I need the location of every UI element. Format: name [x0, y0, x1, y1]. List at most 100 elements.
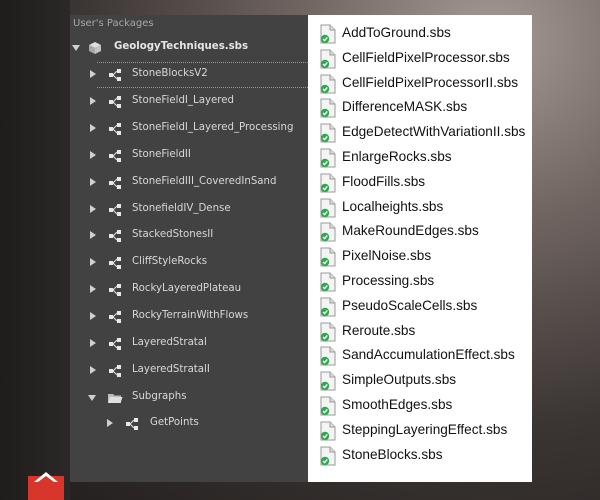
- file-list-item[interactable]: PixelNoise.sbs: [308, 245, 532, 270]
- file-list-item[interactable]: EdgeDetectWithVariationII.sbs: [308, 121, 532, 146]
- expand-arrow-right-icon[interactable]: [90, 258, 96, 267]
- file-list-item[interactable]: SimpleOutputs.sbs: [308, 369, 532, 394]
- tree-item-label: StoneFieldI_Layered: [132, 94, 234, 106]
- expand-arrow-right-icon[interactable]: [90, 70, 96, 78]
- tree-item-graph[interactable]: LayeredStratalI: [70, 360, 308, 384]
- file-list-item[interactable]: SmoothEdges.sbs: [308, 394, 532, 419]
- tree-item-graph[interactable]: CliffStyleRocks: [70, 252, 308, 276]
- file-list-item[interactable]: SandAccumulationEffect.sbs: [308, 344, 532, 369]
- tree-item-graph[interactable]: StonefieldIV_Dense: [70, 199, 308, 223]
- tree-item-graph[interactable]: RockyLayeredPlateau: [70, 279, 308, 303]
- expand-arrow-right-icon[interactable]: [90, 285, 96, 294]
- file-list-item[interactable]: DifferenceMASK.sbs: [308, 96, 532, 121]
- tree-item-label: StonefieldIV_Dense: [132, 202, 231, 214]
- tree-item-graph[interactable]: StackedStonesII: [70, 225, 308, 249]
- expand-arrow-right-icon[interactable]: [90, 204, 96, 213]
- file-name: SteppingLayeringEffect.sbs: [342, 421, 508, 437]
- graph-node-icon: [108, 337, 122, 351]
- expand-arrow-right-icon[interactable]: [107, 419, 113, 427]
- file-name: Localheights.sbs: [342, 198, 444, 214]
- sbs-file-check-icon: [320, 123, 336, 143]
- file-list-item[interactable]: CellFieldPixelProcessor.sbs: [308, 47, 532, 72]
- sbs-file-check-icon: [320, 198, 336, 218]
- file-name: Processing.sbs: [342, 273, 435, 288]
- expand-arrow-right-icon[interactable]: [90, 96, 96, 105]
- graph-node-icon: [108, 229, 122, 243]
- file-name: CellFieldPixelProcessorII.sbs: [342, 74, 519, 90]
- tree-item-label: GetPoints: [150, 417, 199, 428]
- file-list-item[interactable]: PseudoScaleCells.sbs: [308, 295, 532, 320]
- tree-root-package[interactable]: GeologyTechniques.sbs: [70, 37, 308, 61]
- sbs-file-check-icon: [320, 148, 336, 168]
- file-list-item[interactable]: Processing.sbs: [308, 270, 532, 295]
- tree-item-label: LayeredStratalI: [132, 363, 210, 375]
- file-name: AddToGround.sbs: [342, 25, 451, 40]
- file-list-item[interactable]: FloodFills.sbs: [308, 171, 532, 196]
- graph-node-icon: [108, 149, 122, 163]
- panel-title: User's Packages: [73, 18, 154, 29]
- file-list-panel: AddToGround.sbs CellFieldPixelProcessor.s…: [308, 15, 532, 482]
- file-name: EdgeDetectWithVariationII.sbs: [342, 124, 526, 140]
- file-list-item[interactable]: MakeRoundEdges.sbs: [308, 220, 532, 245]
- expand-arrow-right-icon[interactable]: [90, 231, 96, 240]
- file-list-item[interactable]: StoneBlocks.sbs: [308, 444, 532, 469]
- expand-arrow-right-icon[interactable]: [90, 123, 96, 132]
- graph-node-icon: [108, 176, 122, 190]
- graph-node-icon: [108, 256, 122, 270]
- tree-item-graph[interactable]: RockyTerrainWithFlows: [70, 306, 308, 330]
- expand-arrow-down-icon[interactable]: [88, 395, 96, 401]
- expand-arrow-right-icon[interactable]: [90, 312, 96, 321]
- tree-item-graph[interactable]: StoneFieldI_Layered: [70, 91, 308, 115]
- expand-arrow-right-icon[interactable]: [90, 177, 96, 186]
- file-list-item[interactable]: Reroute.sbs: [308, 320, 532, 345]
- file-name: CellFieldPixelProcessor.sbs: [342, 49, 510, 65]
- tree-item-graph[interactable]: LayeredStratal: [70, 333, 308, 357]
- file-list-item[interactable]: CellFieldPixelProcessorII.sbs: [308, 72, 532, 97]
- tree-item-subgraph[interactable]: GetPoints: [70, 413, 308, 437]
- expand-arrow-right-icon[interactable]: [90, 339, 96, 347]
- expand-arrow-right-icon[interactable]: [90, 365, 96, 374]
- file-list-item[interactable]: SteppingLayeringEffect.sbs: [308, 419, 532, 444]
- sbs-file-check-icon: [320, 24, 336, 44]
- tree-item-label: RockyTerrainWithFlows: [132, 310, 249, 322]
- sbs-file-check-icon: [320, 396, 336, 416]
- expand-arrow-down-icon[interactable]: [72, 45, 80, 51]
- tree-item-label: StoneBlocksV2: [132, 68, 208, 79]
- package-cube-icon: [88, 41, 102, 55]
- sbs-file-check-icon: [320, 173, 336, 193]
- tree-item-graph[interactable]: StoneBlocksV2: [70, 64, 308, 88]
- tree-item-label: StoneFieldIII_CoveredInSand: [132, 175, 277, 187]
- tree-item-label: RockyLayeredPlateau: [132, 283, 242, 295]
- sbs-file-check-icon: [320, 247, 336, 267]
- file-name: PixelNoise.sbs: [342, 248, 432, 264]
- tree-item-graph[interactable]: StoneFieldIII_CoveredInSand: [70, 172, 308, 196]
- tree-item-graph[interactable]: StoneFieldII: [70, 145, 308, 169]
- sbs-file-check-icon: [320, 297, 336, 317]
- expand-arrow-right-icon[interactable]: [90, 150, 96, 159]
- tree-item-label: StoneFieldI_Layered_Processing: [132, 121, 294, 133]
- tree-item-label: StoneFieldII: [132, 148, 191, 160]
- file-name: MakeRoundEdges.sbs: [342, 223, 479, 239]
- file-list-item[interactable]: EnlargeRocks.sbs: [308, 146, 532, 171]
- sbs-file-check-icon: [320, 371, 336, 391]
- selection-divider: [97, 87, 308, 88]
- graph-node-icon: [108, 68, 122, 82]
- sbs-file-check-icon: [320, 272, 336, 292]
- file-name: FloodFills.sbs: [342, 173, 426, 189]
- tree-item-label: CliffStyleRocks: [132, 256, 208, 268]
- substance-logo-icon: [28, 472, 64, 500]
- file-list-item[interactable]: Localheights.sbs: [308, 196, 532, 221]
- tree-folder-subgraphs[interactable]: Subgraphs: [70, 387, 308, 411]
- file-list-item[interactable]: AddToGround.sbs: [308, 22, 532, 47]
- sbs-file-check-icon: [320, 322, 336, 342]
- sbs-file-check-icon: [320, 446, 336, 466]
- file-name: DifferenceMASK.sbs: [342, 99, 468, 115]
- file-name: SimpleOutputs.sbs: [342, 372, 457, 388]
- file-name: SandAccumulationEffect.sbs: [342, 347, 515, 363]
- tree-item-graph[interactable]: StoneFieldI_Layered_Processing: [70, 118, 308, 142]
- selection-divider: [97, 62, 308, 63]
- file-name: StoneBlocks.sbs: [342, 446, 443, 462]
- graph-node-icon: [108, 122, 122, 136]
- tree-item-label: Subgraphs: [132, 391, 187, 402]
- graph-node-icon: [125, 417, 139, 431]
